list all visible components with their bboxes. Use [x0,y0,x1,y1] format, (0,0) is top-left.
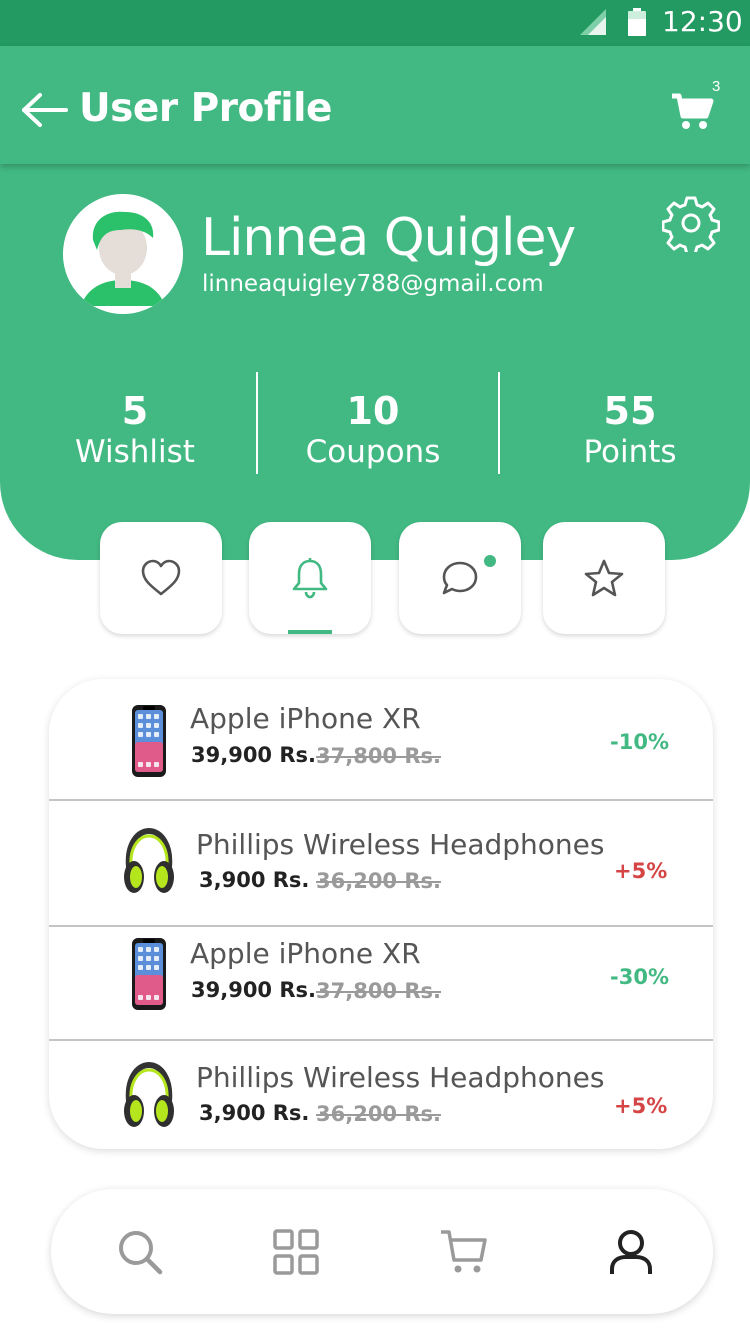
avatar-illustration-icon [63,194,183,314]
stat-label: Wishlist [75,434,195,470]
stat-value: 10 [346,389,400,433]
stat-value: 55 [603,389,657,433]
discount-badge: +5% [614,859,668,883]
product-name: Phillips Wireless Headphones [196,1061,605,1094]
discount-badge: -10% [610,730,669,754]
tab-messages[interactable] [399,522,521,634]
stat-points[interactable]: 55 Points [510,390,750,472]
tab-favorites[interactable] [543,522,665,634]
gear-icon[interactable] [662,194,720,252]
list-item[interactable]: Apple iPhone XR 39,900 Rs. 37,800 Rs. -3… [49,927,713,1041]
bell-icon [292,558,328,599]
headphones-icon [124,1061,174,1127]
phone-icon [132,938,166,1010]
app-bar: User Profile 3 [0,46,750,164]
stat-label: Coupons [305,434,441,470]
heart-icon [141,559,181,596]
product-name: Apple iPhone XR [190,937,421,970]
product-price: 39,900 Rs. [191,978,316,1002]
status-time: 12:30 [662,5,743,38]
user-email: linneaquigley788@gmail.com [202,271,544,297]
stat-divider [498,372,500,474]
product-price: 39,900 Rs. [191,743,316,767]
bottom-nav [51,1189,713,1314]
grid-icon[interactable] [271,1227,321,1277]
product-name: Phillips Wireless Headphones [196,828,605,861]
product-old-price: 36,200 Rs. [316,869,441,893]
user-name: Linnea Quigley [201,208,576,268]
unread-dot [484,555,496,567]
product-old-price: 37,800 Rs. [316,979,441,1003]
profile-header: Linnea Quigley linneaquigley788@gmail.co… [0,160,750,560]
discount-badge: +5% [614,1094,668,1118]
cart-icon[interactable] [439,1227,489,1277]
signal-icon [580,9,606,35]
stat-wishlist[interactable]: 5 Wishlist [15,390,255,472]
product-old-price: 37,800 Rs. [316,744,441,768]
phone-icon [132,705,166,777]
list-item[interactable]: Phillips Wireless Headphones 3,900 Rs. 3… [49,801,713,927]
list-item[interactable]: Phillips Wireless Headphones 3,900 Rs. 3… [49,1041,713,1149]
product-list: Apple iPhone XR 39,900 Rs. 37,800 Rs. -1… [49,679,713,1149]
status-bar: 12:30 [0,0,750,46]
product-price: 3,900 Rs. [199,1101,310,1125]
headphones-icon [124,827,174,893]
star-icon [584,559,624,597]
battery-icon [628,8,646,36]
stat-value: 5 [121,389,149,433]
cart-icon[interactable] [670,92,714,132]
product-name: Apple iPhone XR [190,702,421,735]
back-arrow-icon[interactable] [20,90,70,130]
stat-label: Points [583,434,677,470]
user-icon[interactable] [606,1227,656,1277]
discount-badge: -30% [610,965,669,989]
tab-wishlist[interactable] [100,522,222,634]
product-price: 3,900 Rs. [199,868,310,892]
product-old-price: 36,200 Rs. [316,1102,441,1126]
tab-notifications[interactable] [249,522,371,634]
page-title: User Profile [79,86,332,131]
active-tab-indicator [288,630,332,634]
chat-icon [442,561,478,595]
avatar[interactable] [63,194,183,314]
cart-count-badge: 3 [712,78,721,95]
stat-coupons[interactable]: 10 Coupons [253,390,493,472]
search-icon[interactable] [115,1227,165,1277]
list-item[interactable]: Apple iPhone XR 39,900 Rs. 37,800 Rs. -1… [49,679,713,801]
